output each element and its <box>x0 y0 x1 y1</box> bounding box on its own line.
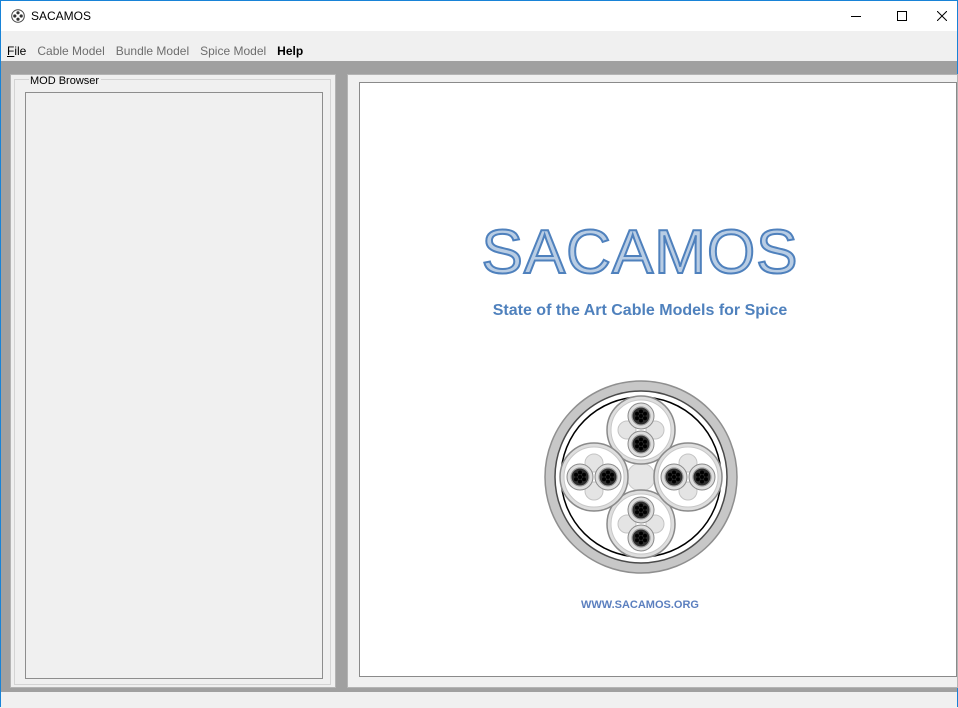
minimize-icon <box>851 16 861 17</box>
splash-area: SACAMOS State of the Art Cable Models fo… <box>359 82 957 677</box>
menu-file-rest: ile <box>14 44 27 58</box>
mod-browser-panel: MOD Browser <box>10 74 336 688</box>
maximize-icon <box>897 11 907 21</box>
close-button[interactable] <box>919 1 958 31</box>
mod-browser-tree[interactable] <box>25 92 323 679</box>
title-bar[interactable]: SACAMOS <box>1 1 957 31</box>
close-icon <box>937 11 947 21</box>
minimize-button[interactable] <box>833 1 879 31</box>
menu-bar: File Cable Model Bundle Model Spice Mode… <box>1 41 957 61</box>
menu-cable-model[interactable]: Cable Model <box>31 41 109 61</box>
splash-panel: SACAMOS State of the Art Cable Models fo… <box>347 74 958 688</box>
sacamos-app-icon <box>11 9 25 23</box>
menu-file[interactable]: File <box>1 41 31 61</box>
splash-url[interactable]: WWW.SACAMOS.ORG <box>360 599 920 611</box>
mod-browser-label: MOD Browser <box>29 75 102 87</box>
menu-bundle-model[interactable]: Bundle Model <box>110 41 194 61</box>
window-title: SACAMOS <box>31 9 92 23</box>
splash-subtitle: State of the Art Cable Models for Spice <box>492 302 788 319</box>
cable-cross-section-logo <box>544 380 738 574</box>
status-bar <box>1 692 957 708</box>
menu-spice-model[interactable]: Spice Model <box>194 41 271 61</box>
splash-title: SACAMOS <box>480 217 799 288</box>
menu-help[interactable]: Help <box>271 41 308 61</box>
